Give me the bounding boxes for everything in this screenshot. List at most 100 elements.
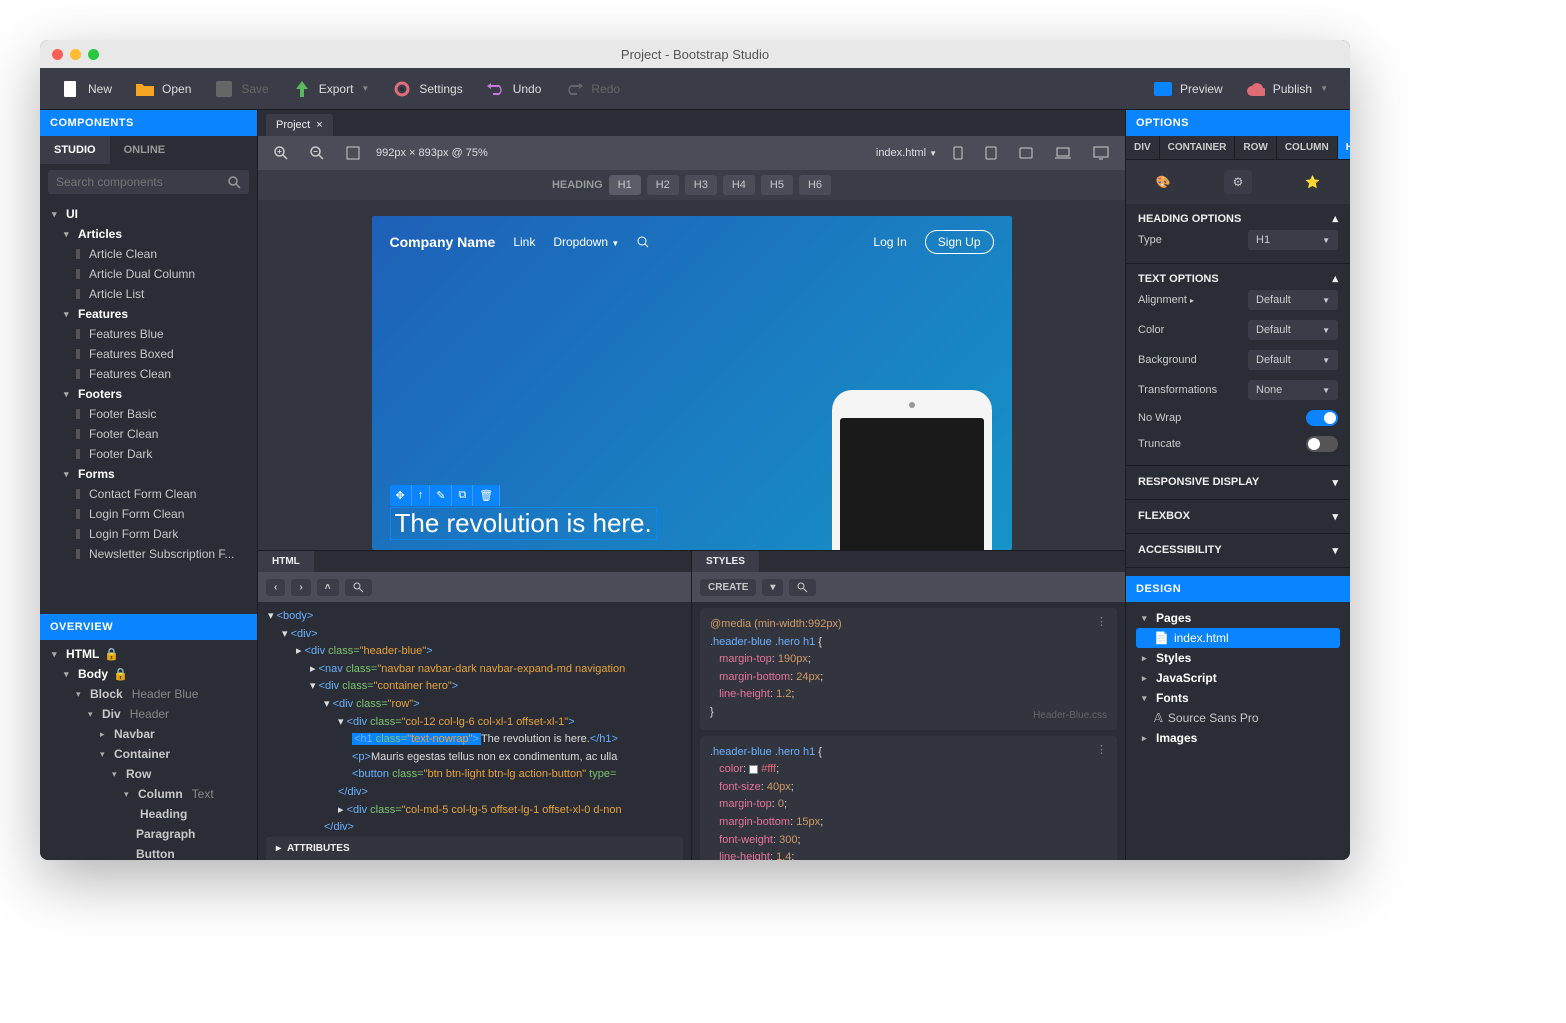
- design-index[interactable]: 📄index.html: [1136, 628, 1340, 648]
- component-item[interactable]: Footer Basic: [46, 404, 251, 424]
- ov-navbar[interactable]: ▸Navbar: [46, 724, 251, 744]
- delete-icon[interactable]: 🗑: [473, 485, 500, 506]
- preview-signup[interactable]: Sign Up: [925, 230, 994, 254]
- open-button[interactable]: Open: [124, 68, 203, 109]
- canvas[interactable]: Company Name Link Dropdown ▼ Log In Sign…: [258, 200, 1125, 550]
- bc-heading[interactable]: HEADING: [1338, 136, 1350, 159]
- tab-studio[interactable]: STUDIO: [40, 136, 110, 164]
- component-item[interactable]: Features Boxed: [46, 344, 251, 364]
- doc-tab-project[interactable]: Project×: [266, 114, 333, 136]
- ov-container[interactable]: ▾Container: [46, 744, 251, 764]
- styles-code-body[interactable]: ⋮@media (min-width:992px).header-blue .h…: [692, 602, 1125, 860]
- export-button[interactable]: Export▼: [281, 68, 382, 109]
- undo-button[interactable]: Undo: [475, 68, 554, 109]
- device-laptop-icon[interactable]: [1049, 143, 1077, 163]
- design-javascript[interactable]: ▸JavaScript: [1136, 668, 1340, 688]
- bc-row[interactable]: ROW: [1235, 136, 1276, 159]
- ov-div[interactable]: ▾DivHeader: [46, 704, 251, 724]
- preview-dropdown[interactable]: Dropdown ▼: [553, 235, 619, 249]
- search-input[interactable]: [56, 175, 228, 189]
- flexbox-section[interactable]: FLEXBOX▾: [1126, 500, 1350, 534]
- redo-button[interactable]: Redo: [553, 68, 632, 109]
- component-item[interactable]: Footer Dark: [46, 444, 251, 464]
- new-button[interactable]: New: [50, 68, 124, 109]
- design-fonts[interactable]: ▾Fonts: [1136, 688, 1340, 708]
- palette-icon[interactable]: 🎨: [1149, 170, 1177, 194]
- nav-back-icon[interactable]: ‹: [266, 579, 285, 596]
- component-item[interactable]: Contact Form Clean: [46, 484, 251, 504]
- bc-column[interactable]: COLUMN: [1277, 136, 1338, 159]
- alignment-select[interactable]: Default▼: [1248, 290, 1338, 310]
- component-item[interactable]: Features Blue: [46, 324, 251, 344]
- design-pages[interactable]: ▾Pages: [1136, 608, 1340, 628]
- selected-heading[interactable]: The revolution is here.: [390, 507, 657, 540]
- ov-button[interactable]: Button: [46, 844, 251, 860]
- bc-div[interactable]: DIV: [1126, 136, 1160, 159]
- component-item[interactable]: Article Dual Column: [46, 264, 251, 284]
- group-features[interactable]: ▾Features: [46, 304, 251, 324]
- ov-body[interactable]: ▾Body 🔒: [46, 664, 251, 684]
- search-icon[interactable]: [228, 176, 241, 189]
- minimize-window-icon[interactable]: [70, 49, 81, 60]
- preview-brand[interactable]: Company Name: [390, 234, 496, 250]
- preview-search-icon[interactable]: [637, 236, 649, 248]
- close-icon[interactable]: ×: [316, 119, 322, 131]
- tab-online[interactable]: ONLINE: [110, 136, 180, 164]
- chevron-down-icon[interactable]: ▾: [762, 579, 783, 596]
- component-item[interactable]: Newsletter Subscription F...: [46, 544, 251, 564]
- device-tablet-wide-icon[interactable]: [1013, 143, 1039, 163]
- bc-container[interactable]: CONTAINER: [1160, 136, 1236, 159]
- group-ui[interactable]: ▾UI: [46, 204, 251, 224]
- device-tablet-icon[interactable]: [979, 142, 1003, 164]
- component-item[interactable]: Article List: [46, 284, 251, 304]
- nowrap-toggle[interactable]: [1306, 410, 1338, 426]
- zoom-in-icon[interactable]: [268, 142, 294, 164]
- copy-icon[interactable]: ⧉: [452, 485, 473, 506]
- collapse-icon[interactable]: ▴: [1332, 272, 1338, 285]
- nav-up-icon[interactable]: ˄: [317, 579, 339, 596]
- h1-chip[interactable]: H1: [609, 175, 641, 195]
- search-icon[interactable]: [789, 579, 816, 596]
- group-forms[interactable]: ▾Forms: [46, 464, 251, 484]
- group-footers[interactable]: ▾Footers: [46, 384, 251, 404]
- collapse-icon[interactable]: ▴: [1332, 212, 1338, 225]
- fit-icon[interactable]: [340, 142, 366, 164]
- component-item[interactable]: Login Form Dark: [46, 524, 251, 544]
- ov-html[interactable]: ▾HTML 🔒: [46, 644, 251, 664]
- settings-button[interactable]: Settings: [381, 68, 474, 109]
- styles-panel-tab[interactable]: STYLES: [692, 551, 759, 572]
- h2-chip[interactable]: H2: [647, 175, 679, 195]
- publish-button[interactable]: Publish▼: [1235, 68, 1340, 109]
- component-item[interactable]: Article Clean: [46, 244, 251, 264]
- h4-chip[interactable]: H4: [723, 175, 755, 195]
- preview-login[interactable]: Log In: [873, 235, 906, 249]
- ov-block[interactable]: ▾BlockHeader Blue: [46, 684, 251, 704]
- block-menu-icon[interactable]: ⋮: [1096, 742, 1107, 760]
- component-item[interactable]: Footer Clean: [46, 424, 251, 444]
- h3-chip[interactable]: H3: [685, 175, 717, 195]
- search-icon[interactable]: [345, 579, 372, 596]
- maximize-window-icon[interactable]: [88, 49, 99, 60]
- responsive-section[interactable]: RESPONSIVE DISPLAY▾: [1126, 466, 1350, 500]
- gear-icon[interactable]: ⚙: [1224, 170, 1252, 194]
- type-select[interactable]: H1▼: [1248, 230, 1338, 250]
- group-articles[interactable]: ▾Articles: [46, 224, 251, 244]
- ov-row[interactable]: ▾Row: [46, 764, 251, 784]
- attributes-section[interactable]: ▸ATTRIBUTES: [266, 837, 683, 860]
- device-desktop-icon[interactable]: [1087, 142, 1115, 164]
- design-styles[interactable]: ▸Styles: [1136, 648, 1340, 668]
- close-window-icon[interactable]: [52, 49, 63, 60]
- component-item[interactable]: Features Clean: [46, 364, 251, 384]
- device-mobile-icon[interactable]: [947, 142, 969, 164]
- truncate-toggle[interactable]: [1306, 436, 1338, 452]
- accessibility-section[interactable]: ACCESSIBILITY▾: [1126, 534, 1350, 568]
- block-menu-icon[interactable]: ⋮: [1096, 614, 1107, 632]
- h6-chip[interactable]: H6: [799, 175, 831, 195]
- color-select[interactable]: Default▼: [1248, 320, 1338, 340]
- edit-icon[interactable]: ✎: [430, 485, 452, 506]
- ov-paragraph[interactable]: Paragraph: [46, 824, 251, 844]
- ov-heading[interactable]: Heading: [46, 804, 251, 824]
- current-file[interactable]: index.html ▼: [876, 147, 937, 159]
- h5-chip[interactable]: H5: [761, 175, 793, 195]
- component-item[interactable]: Login Form Clean: [46, 504, 251, 524]
